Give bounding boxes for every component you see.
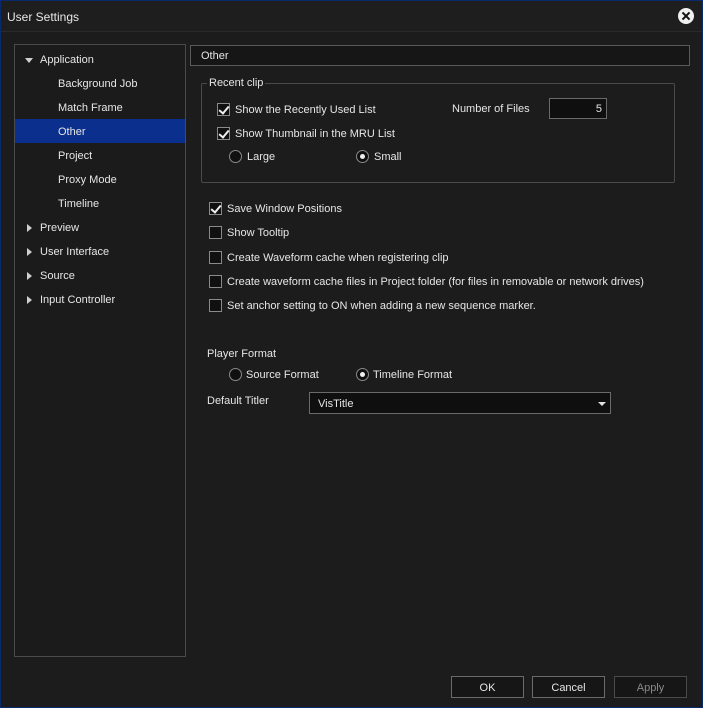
apply-button[interactable]: Apply — [614, 676, 687, 698]
show-recent-list-checkbox[interactable] — [217, 103, 230, 116]
user-settings-dialog: User Settings Application Background Job… — [0, 0, 703, 708]
tree-item-match-frame[interactable]: Match Frame — [15, 95, 185, 119]
default-titler-value: VisTitle — [318, 398, 354, 410]
apply-button-label: Apply — [636, 682, 665, 694]
show-tooltip-label: Show Tooltip — [227, 227, 290, 239]
tree-item-label: User Interface — [40, 246, 110, 258]
anchor-setting-checkbox[interactable] — [209, 299, 222, 312]
number-of-files-input[interactable]: 5 — [549, 98, 607, 119]
waveform-cache-label: Create Waveform cache when registering c… — [227, 252, 449, 264]
show-thumbnail-label: Show Thumbnail in the MRU List — [235, 128, 395, 140]
show-thumbnail-checkbox[interactable] — [217, 127, 230, 140]
tree-item-label: Proxy Mode — [58, 174, 117, 186]
tree-item-label: Other — [58, 126, 86, 138]
expand-arrow-icon[interactable] — [27, 296, 32, 304]
waveform-project-folder-checkbox[interactable] — [209, 275, 222, 288]
tree-item-label: Application — [40, 54, 94, 66]
size-large-radio[interactable] — [229, 150, 242, 163]
tree-item-label: Match Frame — [58, 102, 123, 114]
waveform-cache-checkbox[interactable] — [209, 251, 222, 264]
ok-button-label: OK — [479, 682, 496, 694]
save-window-positions-checkbox[interactable] — [209, 202, 222, 215]
expand-arrow-icon[interactable] — [27, 224, 32, 232]
tree-item-project[interactable]: Project — [15, 143, 185, 167]
chevron-down-icon — [598, 402, 606, 406]
default-titler-label: Default Titler — [207, 395, 269, 407]
tree-item-other[interactable]: Other — [15, 119, 185, 143]
tree-item-source[interactable]: Source — [15, 263, 185, 287]
ok-button[interactable]: OK — [451, 676, 524, 698]
timeline-format-radio[interactable] — [356, 368, 369, 381]
tree-item-preview[interactable]: Preview — [15, 215, 185, 239]
expand-arrow-icon[interactable] — [27, 272, 32, 280]
size-large-label: Large — [247, 151, 276, 163]
size-small-label: Small — [374, 151, 402, 163]
show-tooltip-checkbox[interactable] — [209, 226, 222, 239]
cancel-button[interactable]: Cancel — [532, 676, 605, 698]
window-title: User Settings — [7, 10, 80, 24]
tree-item-label: Timeline — [58, 198, 100, 210]
recent-clip-legend: Recent clip — [207, 77, 266, 89]
number-of-files-value: 5 — [595, 103, 602, 115]
tree-item-label: Input Controller — [40, 294, 116, 306]
expand-arrow-icon[interactable] — [27, 248, 32, 256]
title-bar: User Settings — [1, 1, 702, 32]
panel-header: Other — [190, 45, 690, 66]
size-small-radio[interactable] — [356, 150, 369, 163]
tree-item-label: Background Job — [58, 78, 138, 90]
default-titler-select[interactable]: VisTitle — [309, 392, 611, 414]
cancel-button-label: Cancel — [551, 682, 586, 694]
tree-item-application[interactable]: Application — [15, 47, 185, 71]
tree-item-user-interface[interactable]: User Interface — [15, 239, 185, 263]
tree-item-background-job[interactable]: Background Job — [15, 71, 185, 95]
tree-item-input-controller[interactable]: Input Controller — [15, 287, 185, 311]
tree-item-proxy-mode[interactable]: Proxy Mode — [15, 167, 185, 191]
save-window-positions-label: Save Window Positions — [227, 203, 342, 215]
close-icon[interactable] — [678, 8, 694, 24]
anchor-setting-label: Set anchor setting to ON when adding a n… — [227, 300, 536, 312]
panel-title: Other — [201, 50, 229, 62]
tree-item-label: Preview — [40, 222, 80, 234]
expand-arrow-icon[interactable] — [25, 58, 33, 63]
source-format-radio[interactable] — [229, 368, 242, 381]
number-of-files-label: Number of Files — [452, 103, 530, 115]
tree-item-timeline[interactable]: Timeline — [15, 191, 185, 215]
player-format-label: Player Format — [207, 348, 277, 360]
show-recent-list-label: Show the Recently Used List — [235, 104, 376, 116]
waveform-project-folder-label: Create waveform cache files in Project f… — [227, 276, 644, 288]
timeline-format-label: Timeline Format — [373, 369, 453, 381]
settings-tree: Application Background Job Match Frame O… — [14, 44, 186, 657]
tree-item-label: Source — [40, 270, 75, 282]
source-format-label: Source Format — [246, 369, 319, 381]
tree-item-label: Project — [58, 150, 93, 162]
